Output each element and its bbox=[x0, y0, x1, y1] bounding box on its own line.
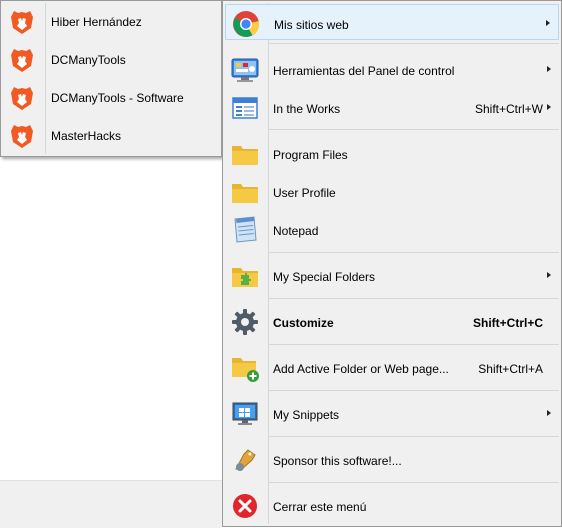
sponsor-icon bbox=[230, 445, 260, 475]
menu-separator bbox=[269, 344, 559, 345]
menu-item-label: In the Works bbox=[273, 102, 341, 116]
menu-item-my-snippets[interactable]: My Snippets bbox=[225, 395, 559, 431]
brave-lion-icon bbox=[8, 122, 36, 150]
menu-item-label: My Special Folders bbox=[273, 270, 376, 284]
menu-item-label: Notepad bbox=[273, 224, 319, 238]
menu-item-user-profile[interactable]: User Profile bbox=[225, 173, 559, 209]
submenu-item-label: DCManyTools bbox=[51, 53, 126, 67]
menu-separator bbox=[269, 129, 559, 130]
context-menu: Mis sitios web Herramientas del Panel de… bbox=[222, 0, 562, 527]
menu-separator bbox=[269, 436, 559, 437]
shortcut-label: Shift+Ctrl+C bbox=[472, 316, 543, 330]
menu-separator bbox=[269, 43, 559, 44]
menu-item-my-special-folders[interactable]: My Special Folders bbox=[225, 257, 559, 293]
shortcut-label: Shift+Ctrl+W bbox=[474, 102, 543, 116]
submenu-arrow-icon bbox=[547, 104, 551, 110]
submenu-item-hiber-hernandez[interactable]: Hiber Hernández bbox=[3, 4, 219, 40]
menu-item-label: My Snippets bbox=[273, 408, 340, 422]
menu-item-label: User Profile bbox=[273, 186, 336, 200]
menu-item-mis-sitios-web[interactable]: Mis sitios web bbox=[225, 4, 559, 40]
submenu-arrow-icon bbox=[547, 410, 551, 416]
brave-lion-icon bbox=[8, 8, 36, 36]
menu-item-label: Program Files bbox=[273, 148, 348, 162]
menu-item-add-active-folder[interactable]: Add Active Folder or Web page... Shift+C… bbox=[225, 349, 559, 385]
submenu-arrow-icon bbox=[547, 272, 551, 278]
folder-icon bbox=[230, 177, 260, 207]
brave-lion-icon bbox=[8, 46, 36, 74]
menu-item-label: Herramientas del Panel de control bbox=[273, 64, 455, 78]
submenu-item-label: DCManyTools - Software bbox=[51, 91, 184, 105]
menu-item-label: Mis sitios web bbox=[274, 18, 349, 32]
menu-item-customize[interactable]: Customize Shift+Ctrl+C bbox=[225, 303, 559, 339]
add-folder-icon bbox=[230, 353, 260, 383]
close-icon bbox=[230, 491, 260, 521]
menu-separator bbox=[269, 252, 559, 253]
monitor-icon bbox=[230, 399, 260, 429]
chrome-icon bbox=[231, 9, 261, 39]
control-panel-icon bbox=[230, 55, 260, 85]
menu-item-sponsor[interactable]: Sponsor this software!... bbox=[225, 441, 559, 477]
submenu-arrow-icon bbox=[547, 66, 551, 72]
shortcut-label: Shift+Ctrl+A bbox=[478, 362, 543, 376]
menu-item-label: Cerrar este menú bbox=[273, 500, 367, 514]
gear-icon bbox=[230, 307, 260, 337]
background-status-strip bbox=[0, 480, 222, 528]
window-list-icon bbox=[230, 93, 260, 123]
submenu-item-masterhacks[interactable]: MasterHacks bbox=[3, 118, 219, 154]
menu-item-label: Add Active Folder or Web page... bbox=[273, 362, 449, 376]
brave-lion-icon bbox=[8, 84, 36, 112]
notepad-icon bbox=[230, 215, 260, 245]
menu-item-cerrar[interactable]: Cerrar este menú bbox=[225, 487, 559, 523]
submenu-item-dcmanytools-software[interactable]: DCManyTools - Software bbox=[3, 80, 219, 116]
submenu-item-label: MasterHacks bbox=[51, 129, 122, 143]
menu-item-label: Customize bbox=[273, 316, 334, 330]
submenu-item-label: Hiber Hernández bbox=[51, 15, 142, 29]
submenu-arrow-icon bbox=[546, 20, 550, 26]
submenu-item-dcmanytools[interactable]: DCManyTools bbox=[3, 42, 219, 78]
menu-item-program-files[interactable]: Program Files bbox=[225, 135, 559, 171]
menu-item-label: Sponsor this software!... bbox=[273, 454, 402, 468]
folder-icon bbox=[230, 139, 260, 169]
menu-separator bbox=[269, 298, 559, 299]
menu-item-in-the-works[interactable]: In the Works Shift+Ctrl+W bbox=[225, 89, 559, 125]
menu-separator bbox=[269, 482, 559, 483]
submenu-mis-sitios-web: Hiber Hernández DCManyTools DCManyTools … bbox=[0, 0, 222, 157]
special-folder-icon bbox=[230, 261, 260, 291]
menu-separator bbox=[269, 390, 559, 391]
menu-item-panel-de-control[interactable]: Herramientas del Panel de control bbox=[225, 51, 559, 87]
menu-item-notepad[interactable]: Notepad bbox=[225, 211, 559, 247]
